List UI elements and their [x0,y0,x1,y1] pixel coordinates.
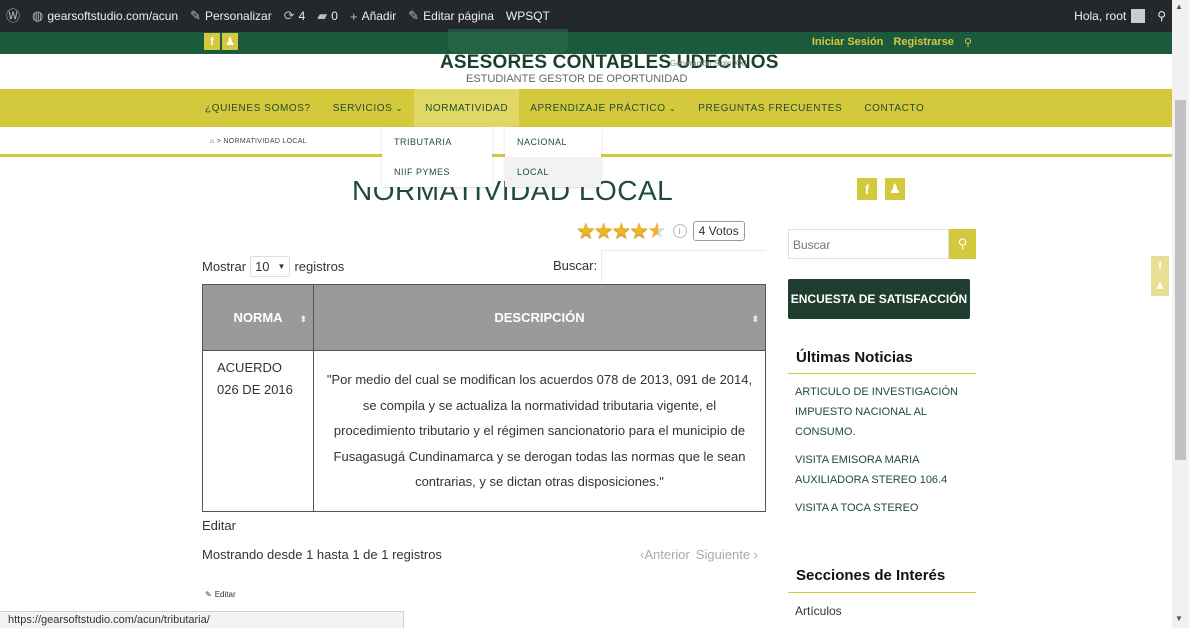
refresh-icon: ⟳ [283,8,295,23]
key-icon: ⚲ [963,37,972,49]
news-heading: Últimas Noticias [796,349,913,366]
sidebar-social: f ♟ [857,178,905,200]
interest-item-articulos[interactable]: Artículos [795,604,842,618]
wordpress-menu[interactable]: Ⓦ [0,0,26,32]
account-links: Iniciar Sesión Registrarse ⚲ [812,36,972,49]
submenu-item-niif-pymes[interactable]: NIIF PYMES [382,157,492,187]
scroll-down-icon[interactable]: ▼ [1175,614,1183,623]
votes-count: 4 Votos [692,221,745,241]
table-search-label: Buscar: [553,258,598,273]
nav-aprendizaje-practico[interactable]: APRENDIZAJE PRÁCTICO ⌄ [519,89,687,127]
nav-servicios[interactable]: SERVICIOS ⌄ [322,89,414,127]
facebook-icon[interactable]: f [204,33,220,50]
search-icon: ⚲ [1157,9,1166,23]
rating-widget: ★ ★ ★ ★ ★ i 4 Votos [576,220,745,242]
cell-descripcion: "Por medio del cual se modifican los acu… [313,350,766,512]
header-top-bar [0,32,1172,54]
next-button[interactable]: Siguiente › [696,547,758,562]
register-link[interactable]: Registrarse [893,36,954,49]
nav-contacto[interactable]: CONTACTO [853,89,935,127]
table-info: Mostrando desde 1 hasta 1 de 1 registros [202,547,442,562]
nav-normatividad[interactable]: NORMATIVIDAD [414,89,520,127]
submenu-item-nacional[interactable]: NACIONAL [505,127,601,157]
header-social: f ♟ [204,33,238,50]
user-icon[interactable]: ♟ [885,178,905,200]
search-toggle[interactable]: ⚲ [1151,0,1172,32]
sidebar-search-button[interactable]: ⚲ [949,229,976,259]
chevron-down-icon: ⌄ [395,103,404,113]
status-bar-url: https://gearsoftstudio.com/acun/tributar… [0,611,404,628]
home-icon[interactable]: ⌂ [210,138,215,145]
nav-quienes-somos[interactable]: ¿QUIENES SOMOS? [205,89,322,127]
table-row: ACUERDO 026 DE 2016 "Por medio del cual … [202,350,766,512]
comments-link[interactable]: ▰ 0 [311,0,344,32]
search-icon: ⚲ [957,236,968,251]
pagination: ‹Anterior Siguiente › [640,547,758,562]
user-icon[interactable]: ♟ [1156,281,1165,292]
customize-link[interactable]: ✎ Personalizar [184,0,278,32]
cell-norma: ACUERDO 026 DE 2016 [202,350,314,512]
site-logo[interactable] [448,29,568,53]
facebook-icon[interactable]: f [857,178,877,200]
main-nav: ¿QUIENES SOMOS? SERVICIOS ⌄ NORMATIVIDAD… [0,89,1172,127]
news-item[interactable]: VISITA A TOCA STEREO [795,498,975,518]
nav-preguntas-frecuentes[interactable]: PREGUNTAS FRECUENTES [687,89,853,127]
breadcrumb-current: NORMATIVIDAD LOCAL [223,138,307,145]
chevron-down-icon: ⌄ [668,103,677,113]
news-list: ARTICULO DE INVESTIGACIÓN IMPUESTO NACIO… [795,382,975,526]
submenu-item-local[interactable]: LOCAL [505,157,601,187]
sidebar-search-input[interactable]: Buscar [788,229,949,259]
breadcrumb-trail: ⌂ > NORMATIVIDAD LOCAL [210,138,307,145]
table-search-input[interactable] [601,250,766,282]
admin-bar: Ⓦ ◍ gearsoftstudio.com/acun ✎ Personalizar… [0,0,1172,32]
edit-link[interactable]: Editar [202,518,236,533]
info-icon[interactable]: i [672,224,687,238]
site-tagline: ESTUDIANTE GESTOR DE OPORTUNIDAD [466,73,688,85]
floating-social: f ♟ [1151,256,1169,296]
user-icon[interactable]: ♟ [222,33,238,50]
brush-icon: ✎ [190,8,201,23]
site-link[interactable]: ◍ gearsoftstudio.com/acun [26,0,184,32]
sort-icon: ⬍ [751,314,759,324]
updates-link[interactable]: ⟳ 4 [278,0,312,32]
survey-button[interactable]: ENCUESTA DE SATISFACCIÓN [788,279,970,319]
dashboard-icon: ◍ [32,8,44,23]
comment-icon: ▰ [317,8,328,23]
normatividad-submenu: TRIBUTARIA NIIF PYMES [382,127,492,187]
pencil-icon: ✎ [408,8,420,23]
scrollbar-thumb[interactable] [1175,100,1186,460]
wordpress-icon: Ⓦ [6,8,20,24]
plus-icon: + [349,8,358,24]
interest-divider [788,592,976,593]
pencil-icon: ✎ [205,590,212,599]
user-account-menu[interactable]: Hola, root [1068,0,1151,32]
site-subtitle: Generación Siglo XXI [670,59,747,68]
sort-icon: ⬍ [299,314,307,324]
facebook-icon[interactable]: f [1158,261,1161,272]
caret-down-icon: ▼ [277,262,286,271]
submenu-item-tributaria[interactable]: TRIBUTARIA [382,127,492,157]
edit-post-link[interactable]: ✎ Editar [205,590,236,599]
prev-button[interactable]: ‹Anterior [640,547,690,562]
column-header-norma[interactable]: NORMA ⬍ [202,284,314,351]
wpsqt-link[interactable]: WPSQT [500,0,556,32]
length-select[interactable]: 10 ▼ [250,256,291,277]
news-item[interactable]: VISITA EMISORA MARIA AUXILIADORA STEREO … [795,450,975,490]
norms-table: NORMA ⬍ DESCRIPCIÓN ⬍ ACUERDO 026 DE 2016 … [202,284,766,512]
length-control: Mostrar 10 ▼ registros [202,256,344,277]
avatar [1131,9,1146,23]
tributaria-submenu: NACIONAL LOCAL [505,127,601,187]
star-half-icon[interactable]: ★ [647,220,667,242]
interest-heading: Secciones de Interés [796,567,946,584]
site-header: f ♟ Iniciar Sesión Registrarse ⚲ ASESORE… [0,29,1172,89]
column-header-descripcion[interactable]: DESCRIPCIÓN ⬍ [313,284,766,351]
scroll-up-icon[interactable]: ▲ [1175,2,1183,11]
login-link[interactable]: Iniciar Sesión [812,36,884,49]
add-new-link[interactable]: + Añadir [344,0,402,32]
news-divider [788,373,976,374]
edit-page-link[interactable]: ✎ Editar página [402,0,500,32]
news-item[interactable]: ARTICULO DE INVESTIGACIÓN IMPUESTO NACIO… [795,382,975,442]
